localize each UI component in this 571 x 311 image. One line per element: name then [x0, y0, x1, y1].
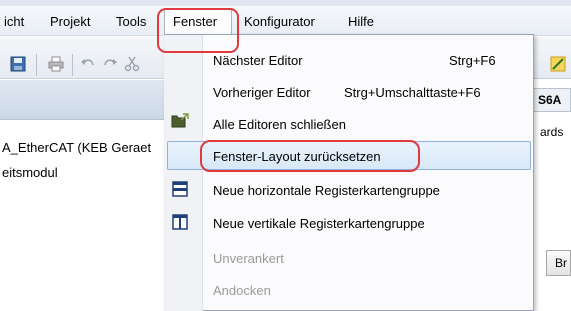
menu-item-previous-editor-label: Vorheriger Editor	[213, 85, 311, 100]
print-icon[interactable]	[48, 56, 64, 72]
editor-subtab-label: ards	[540, 125, 564, 139]
close-editors-icon	[171, 113, 189, 128]
menu-item-next-editor-label: Nächster Editor	[213, 53, 303, 68]
menu-item-new-vertical-tab-group-label: Neue vertikale Registerkartengruppe	[213, 216, 425, 231]
menu-item-dock-label: Andocken	[213, 283, 271, 298]
toolbar-right-icon[interactable]	[550, 56, 566, 72]
browse-button-label: Br	[555, 256, 567, 270]
menu-item-undock-label: Unverankert	[213, 251, 284, 266]
menu-item-tools[interactable]: Tools	[116, 14, 146, 30]
menu-item-next-editor-shortcut: Strg+F6	[449, 53, 496, 68]
highlight-outline-fenster	[157, 8, 239, 53]
tree-item-device[interactable]: A_EtherCAT (KEB Geraet	[2, 140, 151, 155]
tree-item-module[interactable]: eitsmodul	[2, 165, 58, 180]
menu-item-new-horizontal-tab-group-label: Neue horizontale Registerkartengruppe	[213, 183, 440, 198]
browse-button[interactable]: Br	[546, 250, 571, 276]
highlight-outline-reset-layout	[200, 140, 420, 172]
undo-icon[interactable]	[80, 56, 96, 72]
redo-icon[interactable]	[102, 56, 118, 72]
window-top-edge	[0, 0, 571, 6]
menu-item-hilfe[interactable]: Hilfe	[348, 14, 374, 30]
menu-item-konfigurator[interactable]: Konfigurator	[244, 14, 315, 30]
vertical-tab-group-icon	[172, 214, 188, 230]
editor-area	[533, 80, 571, 311]
horizontal-tab-group-icon	[172, 181, 188, 197]
toolbar-separator	[72, 54, 73, 76]
workspace-header	[0, 80, 175, 120]
toolbar-separator	[36, 54, 37, 76]
menu-item-previous-editor-shortcut: Strg+Umschalttaste+F6	[344, 85, 481, 100]
cut-icon[interactable]	[124, 56, 140, 72]
menu-item-projekt[interactable]: Projekt	[50, 14, 90, 30]
menu-item-close-all-editors-label: Alle Editoren schließen	[213, 117, 346, 132]
editor-tab-label: S6A	[538, 93, 562, 107]
save-icon[interactable]	[10, 56, 26, 72]
menu-item-ansicht[interactable]: icht	[4, 14, 24, 30]
